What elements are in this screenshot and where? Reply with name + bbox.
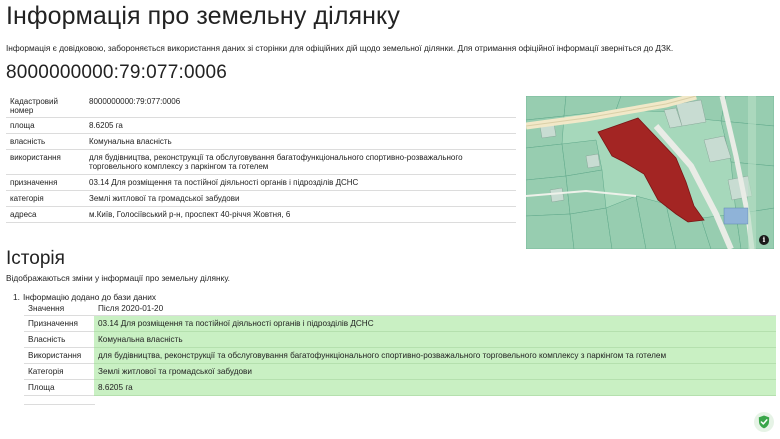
property-label: власність: [6, 133, 85, 150]
property-value: для будівництва, реконструкції та обслуг…: [85, 149, 516, 175]
history-list: 1. Інформацію додано до бази даних Значе…: [13, 292, 776, 396]
history-row-value: Комунальна власність: [94, 331, 776, 348]
parcel-properties-table: Кадастровий номер 8000000000:79:077:0006…: [6, 95, 516, 223]
history-row-label: Категорія: [24, 363, 94, 380]
history-row-value: 8.6205 га: [94, 379, 776, 396]
property-value: м.Київ, Голосіївський р-н, проспект 40-р…: [85, 206, 516, 223]
shield-check-badge[interactable]: [754, 412, 774, 432]
property-value: Землі житлової та громадської забудови: [85, 190, 516, 207]
property-label: призначення: [6, 174, 85, 191]
history-row: Площа 8.6205 га: [24, 379, 776, 396]
property-value: 8000000000:79:077:0006: [85, 95, 516, 118]
parcel-map[interactable]: i: [526, 96, 774, 249]
history-row-label: Власність: [24, 331, 94, 348]
history-row: Призначення 03.14 Для розміщення та пост…: [24, 315, 776, 332]
history-description: Відображаються зміни у інформації про зе…: [6, 273, 230, 283]
column-header-after: Після 2020-01-20: [94, 303, 776, 316]
property-label: адреса: [6, 206, 85, 223]
info-icon[interactable]: i: [759, 235, 769, 245]
history-row: Власність Комунальна власність: [24, 331, 776, 348]
history-header-row: Значення Після 2020-01-20: [24, 303, 776, 316]
history-item-heading: 1. Інформацію додано до бази даних: [13, 292, 775, 302]
history-row-label: Призначення: [24, 315, 94, 332]
property-row: власність Комунальна власність: [6, 133, 516, 150]
property-value: Комунальна власність: [85, 133, 516, 150]
property-row: адреса м.Київ, Голосіївський р-н, проспе…: [6, 206, 516, 223]
history-row: Використання для будівництва, реконструк…: [24, 347, 776, 364]
history-row-value: Землі житлової та громадської забудови: [94, 363, 776, 380]
history-item-title: Інформацію додано до бази даних: [23, 292, 157, 302]
disclaimer-notice: Інформація є довідковою, забороняється в…: [6, 43, 674, 53]
history-row: Категорія Землі житлової та громадської …: [24, 363, 776, 380]
property-label: Кадастровий номер: [6, 95, 85, 118]
property-label: використання: [6, 149, 85, 175]
history-divider: [24, 404, 95, 405]
history-item-number: 1.: [13, 292, 20, 302]
history-title: Історія: [6, 248, 65, 269]
property-label: площа: [6, 117, 85, 134]
history-changes-table: Значення Після 2020-01-20 Призначення 03…: [24, 303, 776, 396]
property-value: 8.6205 га: [85, 117, 516, 134]
property-row: Кадастровий номер 8000000000:79:077:0006: [6, 95, 516, 118]
map-canvas[interactable]: [526, 96, 774, 249]
history-row-value: для будівництва, реконструкції та обслуг…: [94, 347, 776, 364]
history-row-value: 03.14 Для розміщення та постійної діяльн…: [94, 315, 776, 332]
history-row-label: Площа: [24, 379, 94, 396]
column-header-field: Значення: [24, 303, 94, 316]
property-row: площа 8.6205 га: [6, 117, 516, 134]
property-row: використання для будівництва, реконструк…: [6, 149, 516, 175]
property-row: категорія Землі житлової та громадської …: [6, 190, 516, 207]
property-label: категорія: [6, 190, 85, 207]
page-title: Інформація про земельну ділянку: [6, 2, 400, 30]
property-row: призначення 03.14 Для розміщення та пост…: [6, 174, 516, 191]
history-row-label: Використання: [24, 347, 94, 364]
shield-check-icon: [758, 415, 770, 429]
cadastral-number-heading: 8000000000:79:077:0006: [6, 62, 228, 83]
property-value: 03.14 Для розміщення та постійної діяльн…: [85, 174, 516, 191]
